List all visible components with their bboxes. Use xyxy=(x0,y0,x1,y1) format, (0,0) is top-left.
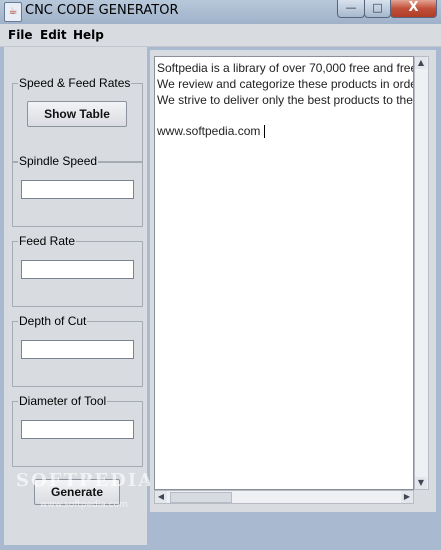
horizontal-scroll-thumb[interactable] xyxy=(170,492,232,503)
text-line: Softpedia is a library of over 70,000 fr… xyxy=(157,61,414,75)
menu-file[interactable]: File xyxy=(8,28,33,42)
menu-edit[interactable]: Edit xyxy=(40,28,67,42)
title-bar: ☕ CNC CODE GENERATOR — □ X xyxy=(0,0,441,25)
text-line-url: www.softpedia.com xyxy=(157,124,261,138)
text-caret xyxy=(264,125,265,138)
horizontal-scrollbar[interactable]: ◀ ▶ xyxy=(154,490,414,504)
diameter-of-tool-label: Diameter of Tool xyxy=(18,394,108,408)
depth-of-cut-label: Depth of Cut xyxy=(18,314,88,328)
feed-rate-group: Feed Rate xyxy=(12,234,143,307)
diameter-of-tool-group: Diameter of Tool xyxy=(12,394,143,467)
minimize-button[interactable]: — xyxy=(337,0,365,18)
menu-help[interactable]: Help xyxy=(73,28,104,42)
maximize-button[interactable]: □ xyxy=(364,0,391,18)
spindle-speed-group: Spindle Speed xyxy=(12,154,143,227)
softpedia-watermark: SOFTPEDIA xyxy=(16,470,155,491)
scroll-down-icon[interactable]: ▼ xyxy=(415,477,427,489)
show-table-button[interactable]: Show Table xyxy=(27,101,127,127)
diameter-of-tool-input[interactable] xyxy=(21,420,134,439)
feed-rate-input[interactable] xyxy=(21,260,134,279)
text-line: We strive to deliver only the best produ… xyxy=(157,93,413,107)
speed-feed-group: Speed & Feed Rates Show Table xyxy=(12,76,143,163)
output-text-area[interactable]: Softpedia is a library of over 70,000 fr… xyxy=(154,56,414,490)
speed-feed-label: Speed & Feed Rates xyxy=(18,76,132,90)
spindle-speed-label: Spindle Speed xyxy=(18,154,99,168)
close-button[interactable]: X xyxy=(390,0,437,18)
scroll-up-icon[interactable]: ▲ xyxy=(415,57,427,69)
scroll-left-icon[interactable]: ◀ xyxy=(155,491,167,503)
vertical-scrollbar[interactable]: ▲ ▼ xyxy=(414,56,429,490)
text-line: We review and categorize these products … xyxy=(157,77,414,91)
window-title: CNC CODE GENERATOR xyxy=(25,3,179,18)
feed-rate-label: Feed Rate xyxy=(18,234,77,248)
menu-bar: File Edit Help xyxy=(0,24,441,47)
spindle-speed-input[interactable] xyxy=(21,180,134,199)
output-panel: Softpedia is a library of over 70,000 fr… xyxy=(150,50,436,512)
depth-of-cut-group: Depth of Cut xyxy=(12,314,143,387)
depth-of-cut-input[interactable] xyxy=(21,340,134,359)
java-cup-icon: ☕ xyxy=(4,2,22,22)
softpedia-watermark-url: www.softpedia.com xyxy=(40,500,128,510)
scroll-right-icon[interactable]: ▶ xyxy=(401,491,413,503)
